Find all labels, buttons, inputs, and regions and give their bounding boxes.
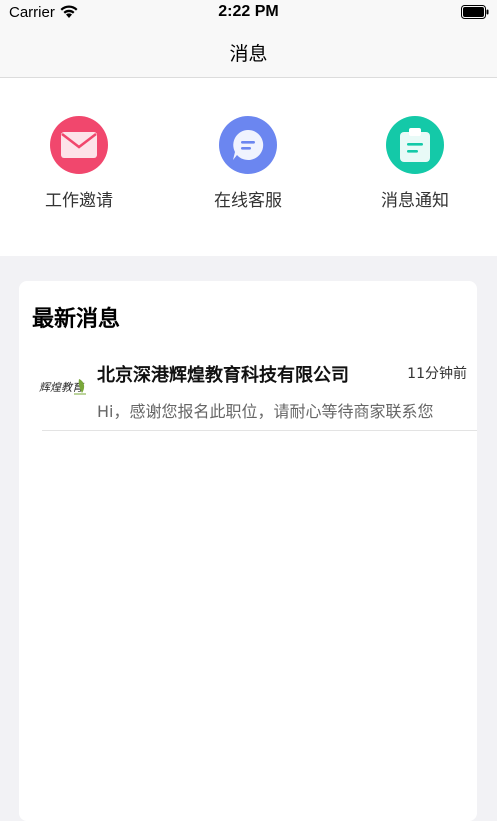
status-time: 2:22 PM (218, 3, 279, 20)
shortcut-message-notification[interactable]: 消息通知 (345, 116, 485, 216)
latest-messages-card: 最新消息 辉煌教育 北京深港辉煌教育科技有限公司 11分钟前 Hi，感谢您报名此… (19, 281, 477, 821)
svg-text:辉煌教育: 辉煌教育 (39, 381, 85, 394)
shortcut-label: 消息通知 (381, 191, 449, 211)
battery-icon (461, 5, 489, 19)
company-logo: 辉煌教育 (39, 379, 86, 395)
navigation-bar: 消息 (0, 26, 497, 78)
message-row[interactable]: 辉煌教育 北京深港辉煌教育科技有限公司 11分钟前 Hi，感谢您报名此职位，请耐… (19, 351, 477, 431)
status-bar: Carrier 2:22 PM (0, 0, 497, 26)
section-title: 最新消息 (32, 307, 121, 332)
divider (42, 430, 477, 431)
message-time: 11分钟前 (407, 366, 467, 382)
shortcut-label: 在线客服 (214, 191, 282, 211)
envelope-icon (61, 132, 97, 158)
page-title: 消息 (229, 43, 268, 65)
shortcut-job-invitation[interactable]: 工作邀请 (9, 116, 149, 216)
chat-bubble-icon (233, 129, 264, 160)
shortcut-online-service[interactable]: 在线客服 (178, 116, 318, 216)
shortcut-label: 工作邀请 (45, 191, 113, 211)
message-sender: 北京深港辉煌教育科技有限公司 (97, 365, 349, 386)
shortcut-panel: 工作邀请 在线客服 消息通知 (0, 78, 497, 256)
job-invitation-icon-circle (50, 116, 108, 174)
message-preview: Hi，感谢您报名此职位，请耐心等待商家联系您 (97, 402, 434, 421)
clipboard-icon (400, 128, 430, 162)
message-notification-icon-circle (386, 116, 444, 174)
online-service-icon-circle (219, 116, 277, 174)
